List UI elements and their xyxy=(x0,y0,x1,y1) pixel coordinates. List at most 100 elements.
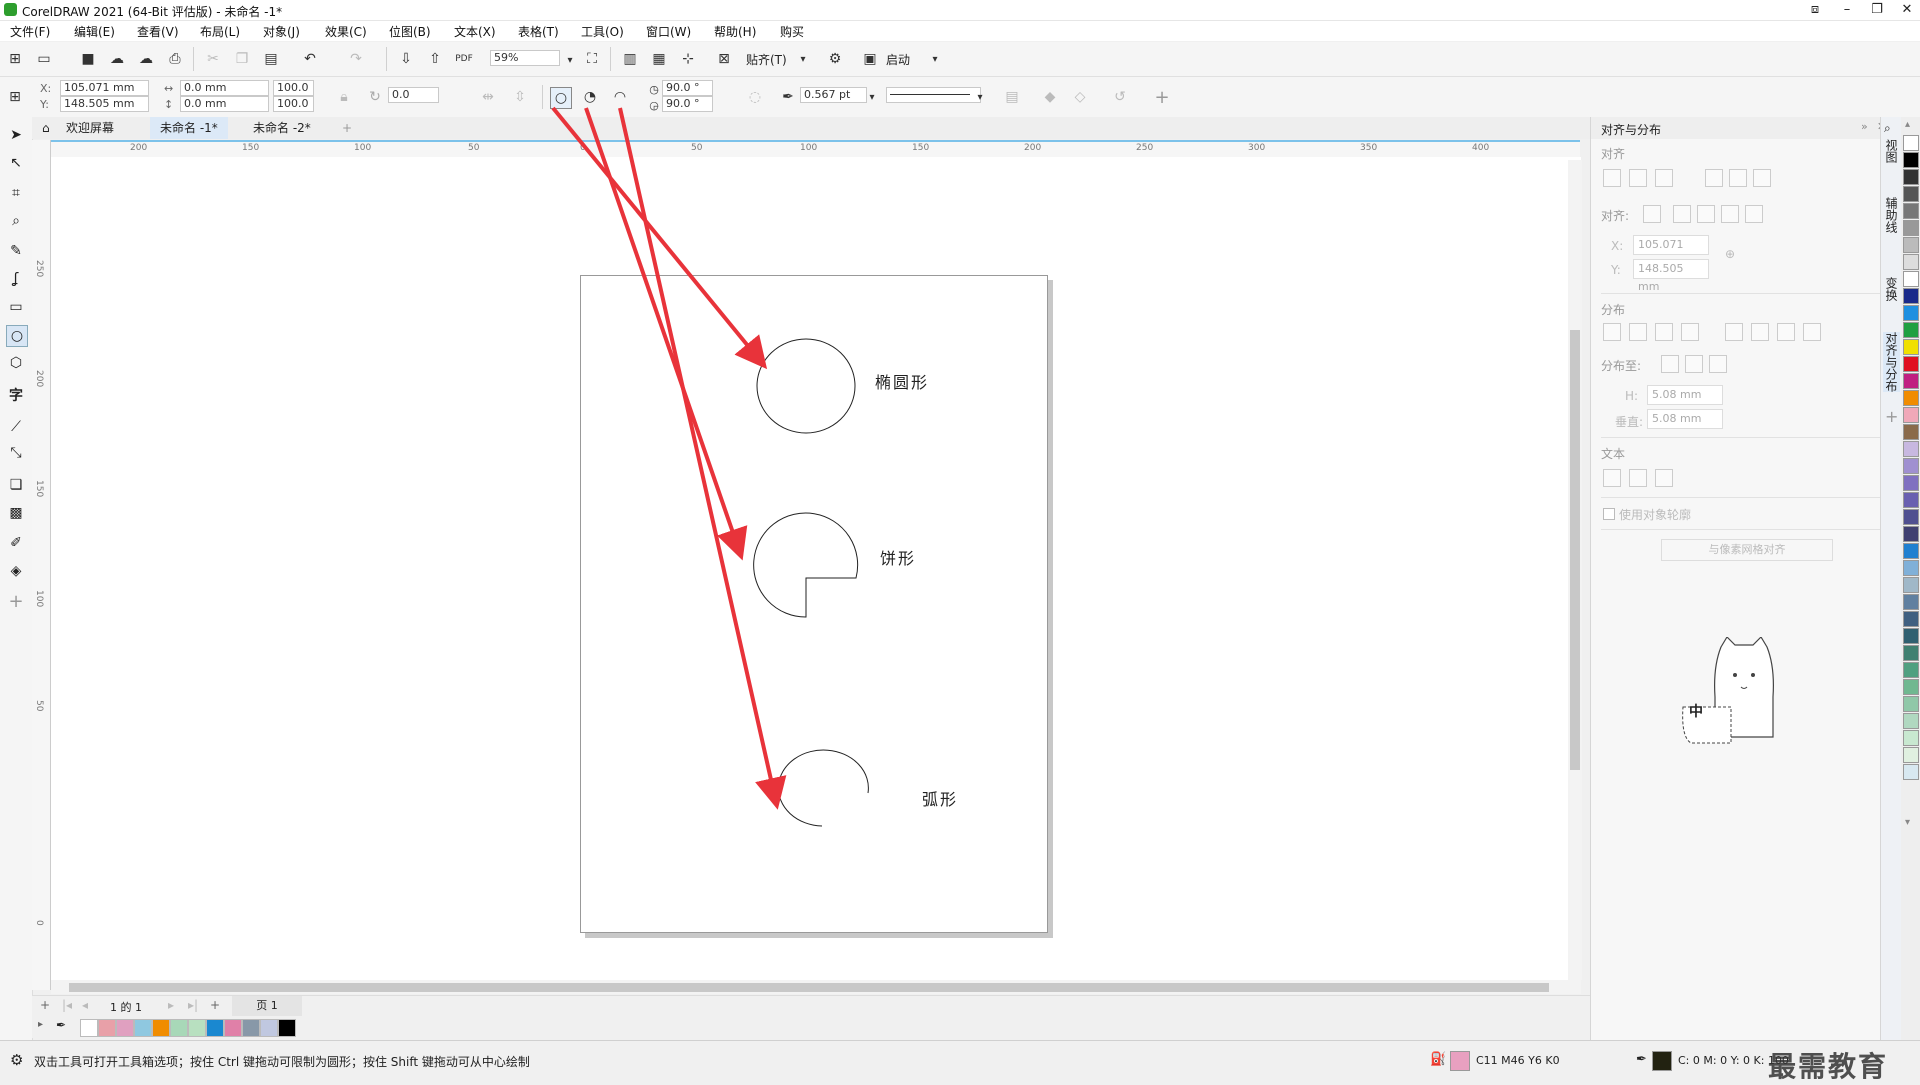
distribute-to-page-icon[interactable] xyxy=(1685,355,1703,373)
page-tab[interactable]: 页 1 xyxy=(232,996,302,1016)
palette-color[interactable] xyxy=(1903,220,1919,236)
horizontal-scroll-thumb[interactable] xyxy=(69,983,1549,992)
v-spacing-input[interactable]: 5.08 mm xyxy=(1647,409,1723,429)
palette-color[interactable] xyxy=(1903,458,1919,474)
palette-color[interactable] xyxy=(1903,356,1919,372)
distribute-middle-icon[interactable] xyxy=(1751,323,1769,341)
palette-color[interactable] xyxy=(1903,424,1919,440)
swatch[interactable] xyxy=(170,1019,188,1037)
swatch[interactable] xyxy=(206,1019,224,1037)
palette-color[interactable] xyxy=(1903,645,1919,661)
palette-color[interactable] xyxy=(1903,237,1919,253)
palette-color[interactable] xyxy=(1903,696,1919,712)
vertical-scrollbar[interactable] xyxy=(1568,160,1582,980)
palette-color[interactable] xyxy=(1903,203,1919,219)
vtab-align-distribute[interactable]: 对齐与分布 xyxy=(1883,332,1900,392)
align-top-icon[interactable] xyxy=(1705,169,1723,187)
vertical-scroll-thumb[interactable] xyxy=(1570,330,1580,770)
settings-gear-icon[interactable]: ⚙ xyxy=(10,1051,23,1069)
align-left-icon[interactable] xyxy=(1603,169,1621,187)
palette-color[interactable] xyxy=(1903,679,1919,695)
prev-page-icon[interactable]: ◂ xyxy=(82,998,88,1012)
first-page-icon[interactable]: |◂ xyxy=(62,998,72,1012)
palette-color[interactable] xyxy=(1903,254,1919,270)
text-bbox-icon[interactable] xyxy=(1655,469,1673,487)
palette-color[interactable] xyxy=(1903,169,1919,185)
search-icon[interactable]: ⌕ xyxy=(1884,121,1891,136)
palette-color[interactable] xyxy=(1903,730,1919,746)
ellipse-shape[interactable] xyxy=(756,338,856,434)
docker-y-input[interactable]: 148.505 mm xyxy=(1633,259,1709,293)
swatch[interactable] xyxy=(134,1019,152,1037)
palette-color[interactable] xyxy=(1903,441,1919,457)
align-to-active-icon[interactable] xyxy=(1643,205,1661,223)
palette-color[interactable] xyxy=(1903,509,1919,525)
next-page-icon[interactable]: ▸ xyxy=(168,998,174,1012)
distribute-spacing-icon[interactable] xyxy=(1655,323,1673,341)
palette-up-icon[interactable]: ▴ xyxy=(1905,119,1910,130)
swatch[interactable] xyxy=(242,1019,260,1037)
h-spacing-input[interactable]: 5.08 mm xyxy=(1647,385,1723,405)
palette-color[interactable] xyxy=(1903,339,1919,355)
distribute-right-icon[interactable] xyxy=(1681,323,1699,341)
use-outline-checkbox[interactable] xyxy=(1603,508,1615,520)
swatch[interactable] xyxy=(278,1019,296,1037)
distribute-v-spacing-icon[interactable] xyxy=(1777,323,1795,341)
palette-expand-icon[interactable]: ▸ xyxy=(38,1019,43,1030)
palette-down-icon[interactable]: ▾ xyxy=(1905,817,1910,828)
pie-shape[interactable] xyxy=(753,512,859,618)
vtab-transform[interactable]: 变换 xyxy=(1883,277,1900,301)
text-baseline-first-icon[interactable] xyxy=(1603,469,1621,487)
distribute-to-spacing-icon[interactable] xyxy=(1709,355,1727,373)
docker-x-input[interactable]: 105.071 mm xyxy=(1633,235,1709,269)
palette-color[interactable] xyxy=(1903,322,1919,338)
palette-color[interactable] xyxy=(1903,390,1919,406)
palette-color[interactable] xyxy=(1903,305,1919,321)
palette-color[interactable] xyxy=(1903,628,1919,644)
palette-color[interactable] xyxy=(1903,407,1919,423)
fill-color-swatch[interactable] xyxy=(1450,1051,1470,1071)
palette-color[interactable] xyxy=(1903,526,1919,542)
target-icon[interactable]: ⊕ xyxy=(1725,247,1735,261)
palette-color[interactable] xyxy=(1903,543,1919,559)
palette-color[interactable] xyxy=(1903,764,1919,780)
outline-color-swatch[interactable] xyxy=(1652,1051,1672,1071)
horizontal-scrollbar[interactable] xyxy=(51,980,1581,994)
swatch[interactable] xyxy=(188,1019,206,1037)
palette-color[interactable] xyxy=(1903,186,1919,202)
eyedropper-icon[interactable]: ✒ xyxy=(56,1018,66,1032)
palette-color[interactable] xyxy=(1903,713,1919,729)
text-baseline-last-icon[interactable] xyxy=(1629,469,1647,487)
docker-collapse-icon[interactable]: » xyxy=(1861,120,1868,133)
align-center-v-icon[interactable] xyxy=(1729,169,1747,187)
add-page-end-icon[interactable]: + xyxy=(210,998,220,1012)
palette-color[interactable] xyxy=(1903,577,1919,593)
add-docker-icon[interactable]: + xyxy=(1885,407,1898,426)
palette-color[interactable] xyxy=(1903,492,1919,508)
swatch-none[interactable] xyxy=(80,1019,98,1037)
vtab-guidelines[interactable]: 辅助线 xyxy=(1883,197,1900,233)
distribute-to-selection-icon[interactable] xyxy=(1661,355,1679,373)
palette-color[interactable] xyxy=(1903,560,1919,576)
swatch[interactable] xyxy=(224,1019,242,1037)
swatch[interactable] xyxy=(260,1019,278,1037)
distribute-top-icon[interactable] xyxy=(1725,323,1743,341)
align-to-page-center-icon[interactable] xyxy=(1697,205,1715,223)
palette-color[interactable] xyxy=(1903,662,1919,678)
align-bottom-icon[interactable] xyxy=(1753,169,1771,187)
distribute-center-icon[interactable] xyxy=(1629,323,1647,341)
distribute-bottom-icon[interactable] xyxy=(1803,323,1821,341)
swatch[interactable] xyxy=(98,1019,116,1037)
palette-color[interactable] xyxy=(1903,594,1919,610)
palette-color[interactable] xyxy=(1903,288,1919,304)
last-page-icon[interactable]: ▸| xyxy=(188,998,198,1012)
vtab-view[interactable]: 视图 xyxy=(1883,139,1900,163)
distribute-left-icon[interactable] xyxy=(1603,323,1621,341)
arc-shape[interactable] xyxy=(777,749,869,827)
pixel-grid-align-button[interactable]: 与像素网格对齐 xyxy=(1661,539,1833,561)
palette-color[interactable] xyxy=(1903,271,1919,287)
palette-color[interactable] xyxy=(1903,611,1919,627)
palette-color[interactable] xyxy=(1903,475,1919,491)
align-right-icon[interactable] xyxy=(1655,169,1673,187)
palette-no-color[interactable] xyxy=(1903,135,1919,151)
